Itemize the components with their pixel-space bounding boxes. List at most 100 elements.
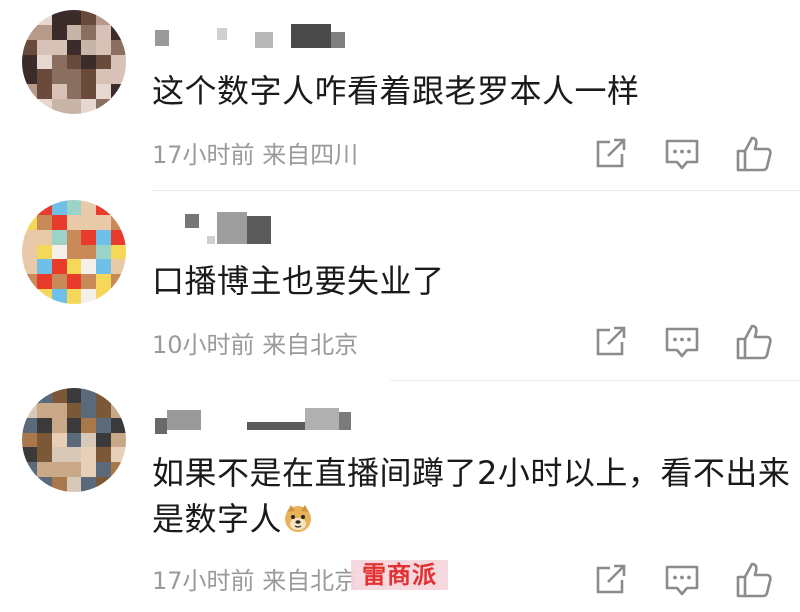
- avatar-pixel: [96, 39, 112, 55]
- avatar-pixel: [22, 10, 37, 25]
- username-redacted[interactable]: [155, 212, 275, 244]
- avatar-pixel: [36, 39, 52, 55]
- avatar-pixel: [111, 447, 126, 463]
- avatar-pixel: [96, 69, 112, 85]
- avatar-pixel: [111, 84, 126, 100]
- avatar-pixel: [66, 69, 82, 85]
- avatar-pixel: [51, 274, 67, 290]
- avatar-pixel: [22, 388, 37, 403]
- avatar[interactable]: [22, 10, 126, 114]
- avatar-pixel: [51, 447, 67, 463]
- avatar-pixel: [66, 388, 82, 403]
- avatar-pixel: [22, 200, 37, 215]
- avatar[interactable]: [22, 200, 126, 304]
- avatar-pixel: [51, 388, 67, 403]
- avatar-pixel: [36, 274, 52, 290]
- like-button[interactable]: [734, 134, 774, 174]
- avatar-pixel: [96, 200, 112, 215]
- comment-text: 这个数字人咋看着跟老罗本人一样: [152, 72, 640, 110]
- comment-text-line2: 是数字人: [152, 500, 283, 538]
- avatar-pixel: [51, 432, 67, 448]
- share-button[interactable]: [590, 134, 630, 174]
- avatar-pixel: [22, 402, 37, 418]
- thumbs-up-icon: [736, 562, 772, 598]
- avatar-pixel: [22, 259, 37, 275]
- avatar-pixel: [81, 462, 97, 478]
- avatar-pixel: [81, 477, 97, 492]
- avatar-pixel: [51, 200, 67, 215]
- avatar-pixel: [96, 84, 112, 100]
- comment-icon: [665, 565, 699, 596]
- avatar-pixel: [96, 54, 112, 70]
- avatar-pixel: [66, 462, 82, 478]
- share-icon: [596, 138, 626, 168]
- like-button[interactable]: [734, 560, 774, 600]
- avatar-pixel: [36, 214, 52, 230]
- reply-button[interactable]: [662, 134, 702, 174]
- comment-icon: [665, 139, 699, 170]
- avatar-pixel: [96, 388, 112, 403]
- avatar-pixel: [111, 39, 126, 55]
- avatar[interactable]: [22, 388, 126, 492]
- avatar-pixel: [81, 447, 97, 463]
- avatar-pixel: [66, 200, 82, 215]
- avatar-pixel: [51, 54, 67, 70]
- avatar-pixel: [51, 10, 67, 25]
- avatar-pixel: [51, 214, 67, 230]
- avatar-pixel: [81, 214, 97, 230]
- avatar-pixel: [81, 54, 97, 70]
- avatar-pixel: [81, 69, 97, 85]
- avatar-pixel: [111, 388, 126, 403]
- avatar-pixel: [51, 229, 67, 245]
- avatar-pixel: [22, 477, 37, 492]
- comment-text: 口播博主也要失业了: [152, 262, 445, 300]
- avatar-pixel: [96, 402, 112, 418]
- avatar-pixel: [22, 417, 37, 433]
- like-button[interactable]: [734, 322, 774, 362]
- avatar-pixel: [22, 54, 37, 70]
- avatar-pixel: [66, 214, 82, 230]
- avatar-pixel: [81, 244, 97, 260]
- avatar-pixel: [96, 432, 112, 448]
- avatar-pixel: [22, 244, 37, 260]
- avatar-pixel: [66, 259, 82, 275]
- avatar-pixel: [81, 200, 97, 215]
- avatar-pixel: [36, 84, 52, 100]
- avatar-pixel: [66, 417, 82, 433]
- share-icon: [596, 564, 626, 594]
- avatar-pixel: [36, 447, 52, 463]
- avatar-pixel: [111, 200, 126, 215]
- avatar-pixel: [96, 229, 112, 245]
- comment-time: 17小时前: [152, 567, 255, 595]
- avatar-pixel: [96, 244, 112, 260]
- avatar-pixel: [51, 69, 67, 85]
- avatar-pixel: [51, 477, 67, 492]
- avatar-pixel: [51, 39, 67, 55]
- avatar-pixel: [36, 388, 52, 403]
- avatar-pixel: [51, 289, 67, 304]
- avatar-pixel: [36, 432, 52, 448]
- share-button[interactable]: [590, 560, 630, 600]
- avatar-pixel: [96, 462, 112, 478]
- avatar-pixel: [81, 417, 97, 433]
- comment-location: 来自四川: [262, 141, 359, 169]
- share-button[interactable]: [590, 322, 630, 362]
- reply-button[interactable]: [662, 560, 702, 600]
- avatar-pixel: [36, 99, 52, 114]
- comment-icon: [665, 327, 699, 358]
- username-redacted[interactable]: [155, 404, 365, 434]
- avatar-pixel: [51, 24, 67, 40]
- avatar-pixel: [111, 462, 126, 478]
- divider: [152, 190, 800, 191]
- avatar-pixel: [51, 462, 67, 478]
- avatar-pixel: [36, 289, 52, 304]
- avatar-pixel: [36, 259, 52, 275]
- username-redacted[interactable]: [155, 24, 355, 54]
- avatar-pixel: [111, 477, 126, 492]
- avatar-pixel: [96, 24, 112, 40]
- avatar-pixel: [111, 244, 126, 260]
- avatar-pixel: [22, 274, 37, 290]
- avatar-pixel: [111, 432, 126, 448]
- reply-button[interactable]: [662, 322, 702, 362]
- avatar-pixel: [22, 39, 37, 55]
